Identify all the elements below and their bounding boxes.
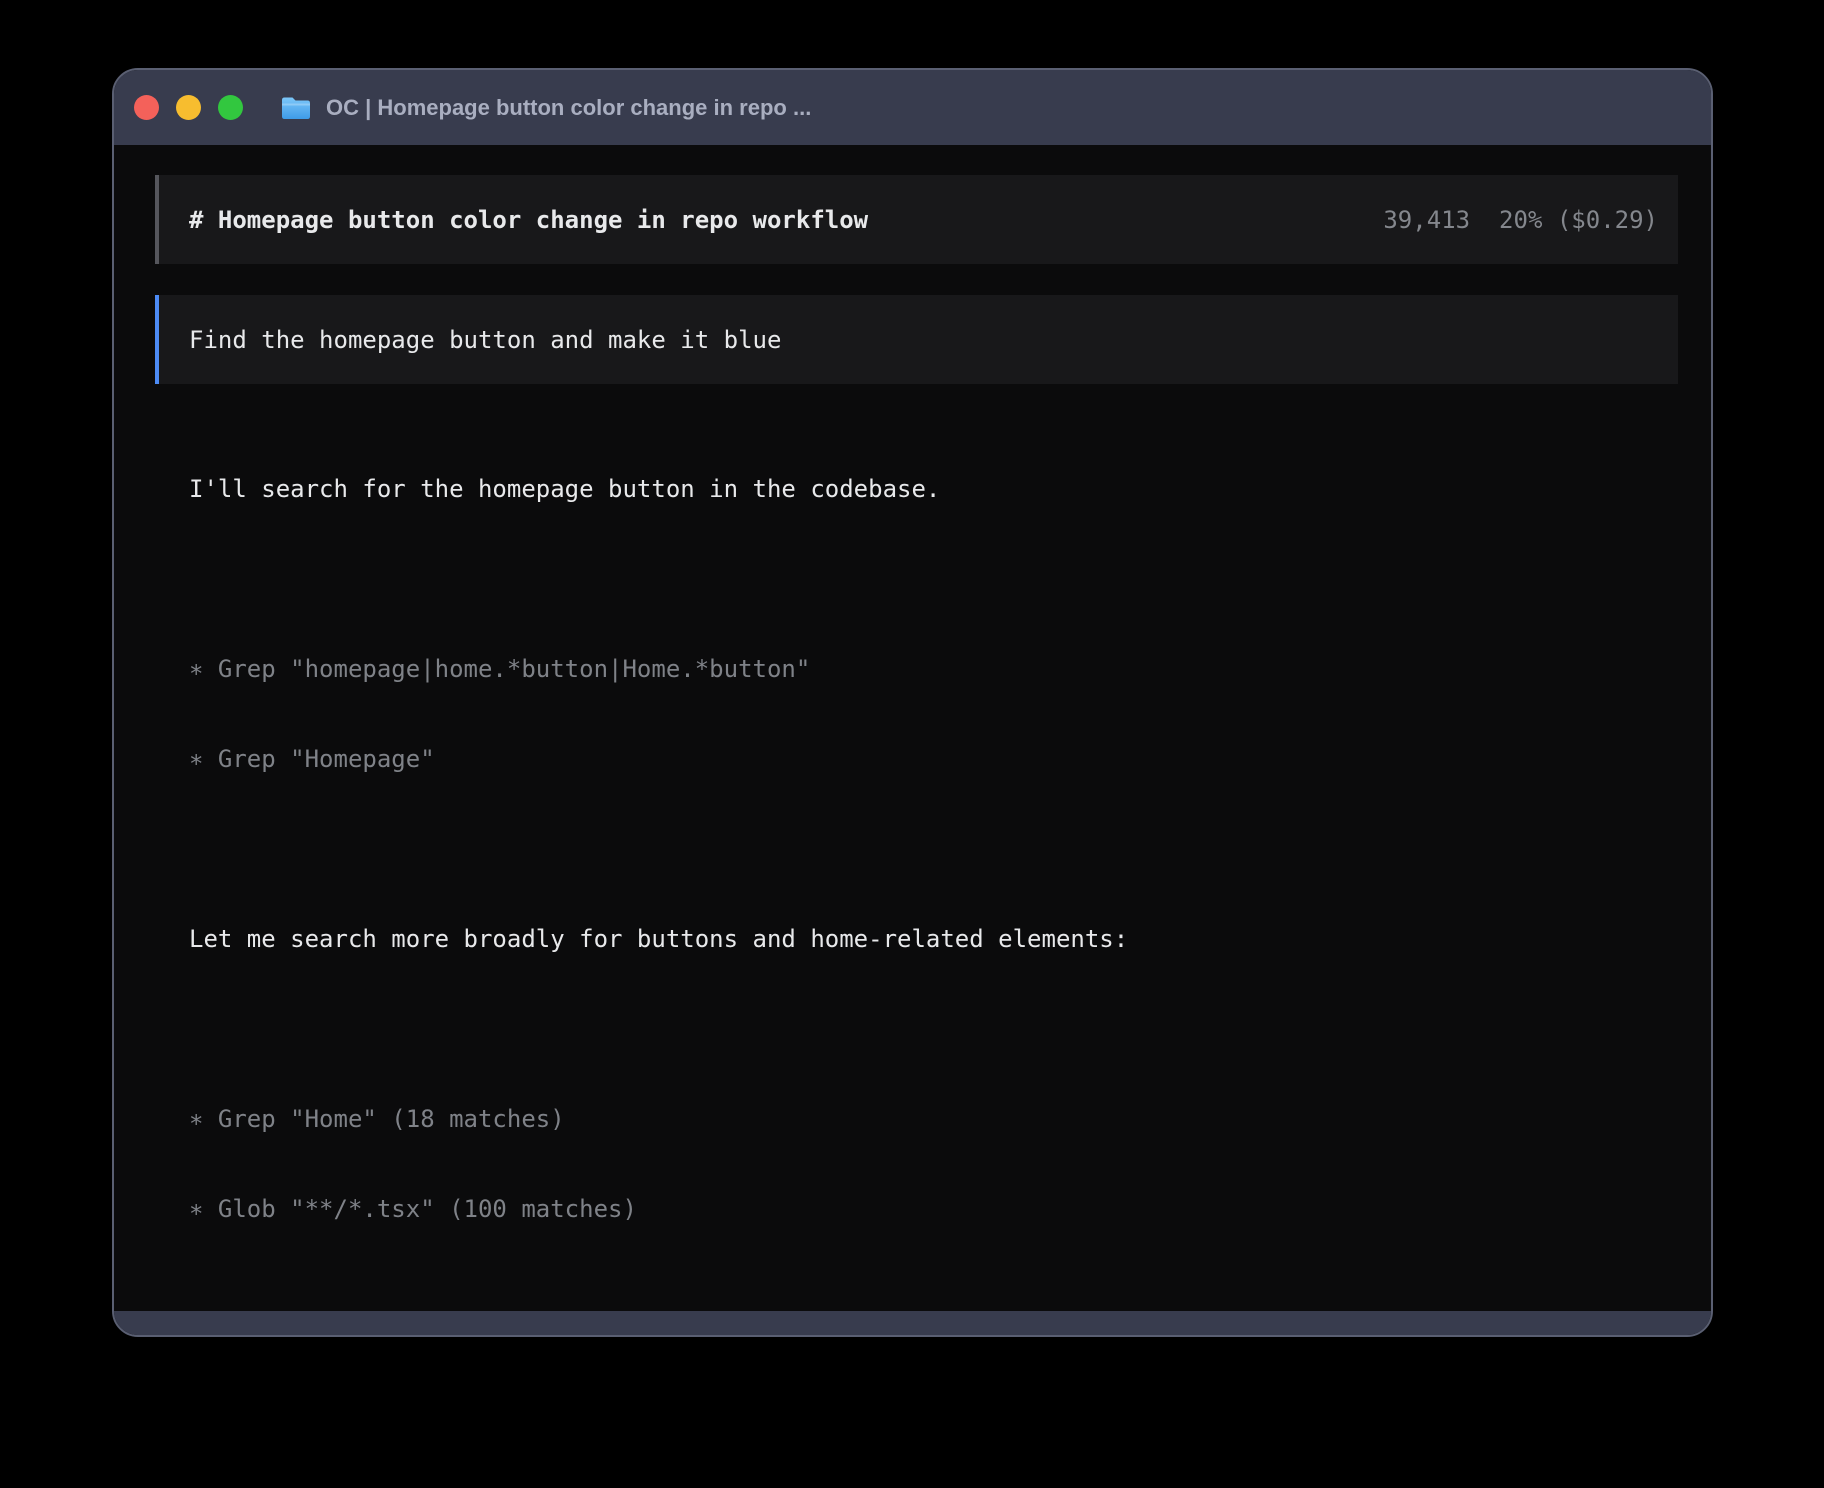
context-cost: 20% ($0.29) [1499, 205, 1658, 235]
user-message-text: Find the homepage button and make it blu… [189, 325, 781, 355]
assistant-paragraph: Let me search more broadly for buttons a… [189, 864, 1678, 1014]
window-title: OC | Homepage button color change in rep… [326, 95, 811, 121]
titlebar[interactable]: OC | Homepage button color change in rep… [114, 70, 1711, 145]
assistant-paragraph: I'll search for the homepage button in t… [189, 414, 1678, 564]
close-button[interactable] [134, 95, 159, 120]
session-header: # Homepage button color change in repo w… [155, 175, 1678, 264]
tool-call-glob: ∗ Glob "**/*.tsx" (100 matches) [189, 1194, 1678, 1224]
folder-icon [281, 96, 311, 120]
session-stats: 39,413 20% ($0.29) [1383, 205, 1658, 235]
session-title: # Homepage button color change in repo w… [189, 205, 868, 235]
token-count: 39,413 [1383, 205, 1470, 235]
window-bottom-bar [114, 1311, 1711, 1335]
terminal-window: OC | Homepage button color change in rep… [112, 68, 1713, 1337]
tool-call-grep: ∗ Grep "homepage|home.*button|Home.*butt… [189, 654, 1678, 684]
zoom-button[interactable] [218, 95, 243, 120]
session-view: # Homepage button color change in repo w… [114, 145, 1711, 1311]
minimize-button[interactable] [176, 95, 201, 120]
tool-call-group: ∗ Grep "homepage|home.*button|Home.*butt… [189, 594, 1678, 834]
user-message: Find the homepage button and make it blu… [155, 295, 1678, 384]
traffic-lights [134, 95, 243, 120]
tool-call-group: ∗ Grep "Home" (18 matches) ∗ Glob "**/*.… [189, 1044, 1678, 1284]
tool-call-grep: ∗ Grep "Homepage" [189, 744, 1678, 774]
tool-call-grep: ∗ Grep "Home" (18 matches) [189, 1104, 1678, 1134]
